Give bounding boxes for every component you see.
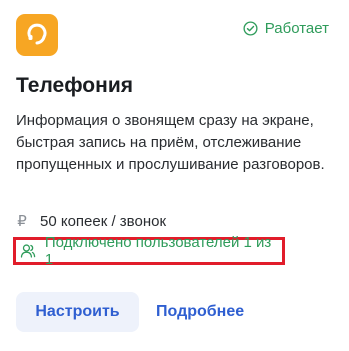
telephony-headset-icon (27, 23, 47, 45)
price-row: ₽ 50 копеек / звонок (16, 212, 167, 231)
check-circle-icon (243, 21, 258, 36)
more-link[interactable]: Подробнее (156, 292, 244, 332)
connected-users-row: Подключено пользователей 1 из 1 (13, 234, 285, 268)
price-label: 50 копеек / звонок (40, 212, 167, 230)
ruble-icon: ₽ (17, 213, 27, 230)
connected-users-label: Подключено пользователей 1 из 1 (44, 234, 272, 268)
configure-button[interactable]: Настроить (16, 292, 139, 332)
card-description: Информация о звонящем сразу на экране, б… (16, 112, 325, 173)
card-title: Телефония (16, 74, 133, 97)
status-badge: Работает (243, 20, 329, 37)
app-icon (16, 14, 58, 56)
status-label: Работает (264, 20, 329, 37)
user-icon (20, 244, 36, 258)
